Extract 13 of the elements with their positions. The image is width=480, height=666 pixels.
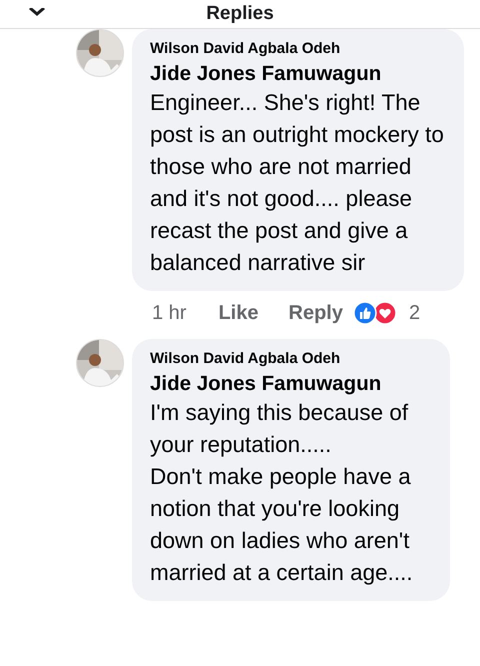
comment-text: Don't make people have a notion that you're looking down on ladies who aren't married at a certain age.... <box>150 463 414 587</box>
comment-action-link[interactable]: Like <box>218 302 258 324</box>
mentioned-name[interactable]: Jide Jones Famuwagun <box>150 61 452 87</box>
comment-time: 1 hr <box>152 302 186 324</box>
comment-action-link[interactable]: Reply <box>288 302 343 324</box>
reaction-count[interactable]: 2 <box>408 302 420 324</box>
comment-text: Engineer... She's right! The post is an outright mockery to those who are not married and it's not good.... please recast the post and give a balanced narrative sir <box>150 89 445 277</box>
comment-author[interactable]: Wilson David Agbala Odeh <box>150 39 452 59</box>
thumbs-up-icon <box>352 301 377 325</box>
mentioned-name[interactable]: Jide Jones Famuwagun <box>150 371 438 397</box>
comment-text: I'm saying this because of your reputation..... <box>150 399 410 459</box>
comment-author[interactable]: Wilson David Agbala Odeh <box>150 349 438 369</box>
header-title: Replies <box>206 3 274 25</box>
